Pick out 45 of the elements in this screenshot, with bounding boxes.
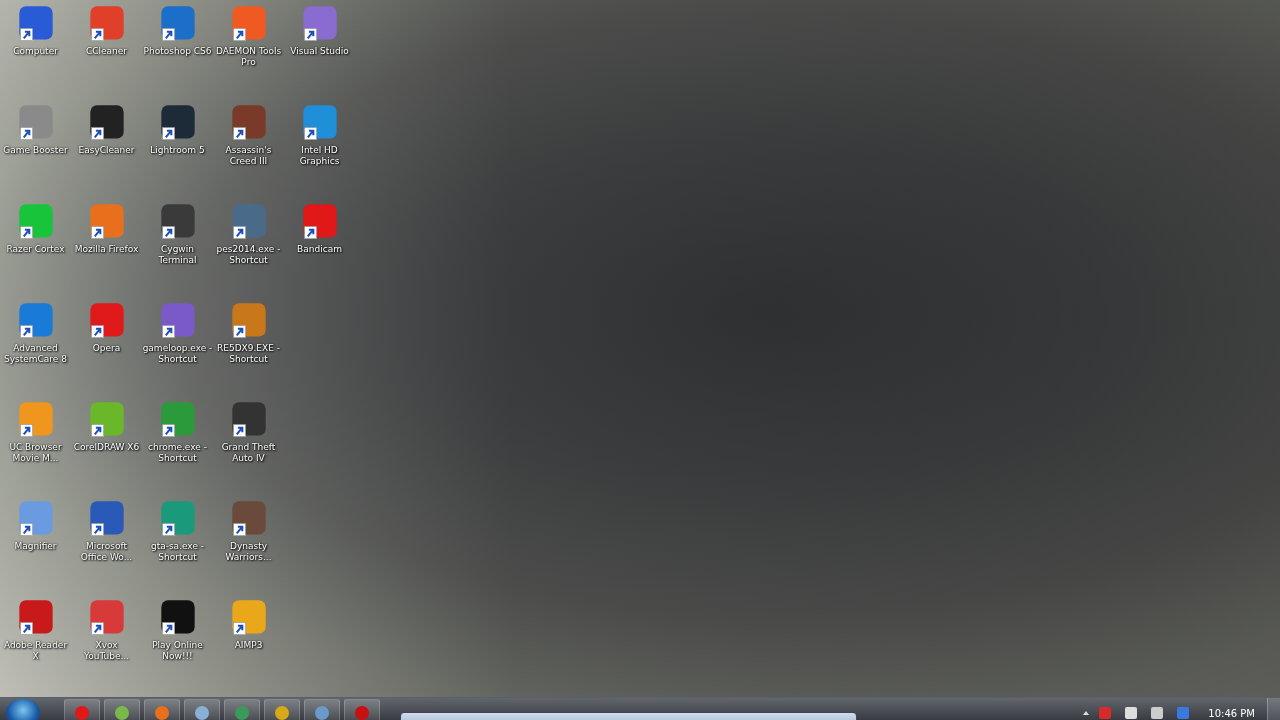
desktop-shortcut[interactable]: Dynasty Warriors... [213, 499, 284, 598]
desktop-shortcut[interactable]: Lightroom 5 [142, 103, 213, 202]
desktop-shortcut[interactable]: UC Browser Movie M... [0, 400, 71, 499]
show-desktop-button[interactable] [1267, 698, 1280, 720]
desktop-shortcut[interactable]: Adobe Reader X [0, 598, 71, 697]
desktop-shortcut[interactable]: Mozilla Firefox [71, 202, 142, 301]
taskbar-button[interactable] [144, 699, 180, 720]
desktop-shortcut[interactable]: Intel HD Graphics [284, 103, 355, 202]
desktop-shortcut[interactable]: gta-sa.exe - Shortcut [142, 499, 213, 598]
desktop-shortcut[interactable]: CCleaner [71, 4, 142, 103]
desktop-shortcut[interactable]: EasyCleaner [71, 103, 142, 202]
taskbar-button[interactable] [344, 699, 380, 720]
tray-icon[interactable] [1150, 706, 1165, 720]
start-button[interactable] [6, 699, 40, 720]
desktop-shortcut[interactable]: Microsoft Office Wo... [71, 499, 142, 598]
taskbar-button[interactable] [64, 699, 100, 720]
desktop-shortcut[interactable]: Cygwin Terminal [142, 202, 213, 301]
taskbar-button[interactable] [104, 699, 140, 720]
desktop-shortcut[interactable]: Xvox YouTube... [71, 598, 142, 697]
desktop-shortcut[interactable]: Computer [0, 4, 71, 103]
desktop-shortcut[interactable]: Grand Theft Auto IV [213, 400, 284, 499]
desktop-shortcut[interactable]: Bandicam [284, 202, 355, 301]
taskbar-button[interactable] [304, 699, 340, 720]
desktop-shortcut[interactable]: Visual Studio [284, 4, 355, 103]
taskbar-button[interactable] [184, 699, 220, 720]
desktop-shortcut[interactable]: chrome.exe - Shortcut [142, 400, 213, 499]
desktop-shortcut[interactable]: Magnifier [0, 499, 71, 598]
tray-icon[interactable] [1124, 706, 1139, 720]
show-hidden-icons-icon[interactable] [1082, 709, 1091, 717]
desktop-shortcut[interactable]: AIMP3 [213, 598, 284, 697]
taskbar-button[interactable] [264, 699, 300, 720]
desktop-shortcut[interactable]: Game Booster [0, 103, 71, 202]
desktop-shortcut[interactable]: Assassin's Creed III [213, 103, 284, 202]
desktop-shortcut[interactable]: Razer Cortex [0, 202, 71, 301]
desktop-shortcut[interactable]: Advanced SystemCare 8 [0, 301, 71, 400]
desktop-shortcut[interactable]: RE5DX9.EXE - Shortcut [213, 301, 284, 400]
desktop-shortcut[interactable]: pes2014.exe - Shortcut [213, 202, 284, 301]
desktop-shortcut[interactable]: CorelDRAW X6 [71, 400, 142, 499]
desktop-shortcut[interactable]: Play Online Now!!! [142, 598, 213, 697]
desktop-shortcut[interactable]: DAEMON Tools Pro [213, 4, 284, 103]
desktop-shortcut[interactable]: Opera [71, 301, 142, 400]
taskbar-button[interactable] [224, 699, 260, 720]
desktop-shortcut[interactable]: Photoshop CS6 [142, 4, 213, 103]
desktop-shortcut[interactable]: gameloop.exe - Shortcut [142, 301, 213, 400]
clock[interactable]: 10:46 PM [1208, 707, 1255, 719]
